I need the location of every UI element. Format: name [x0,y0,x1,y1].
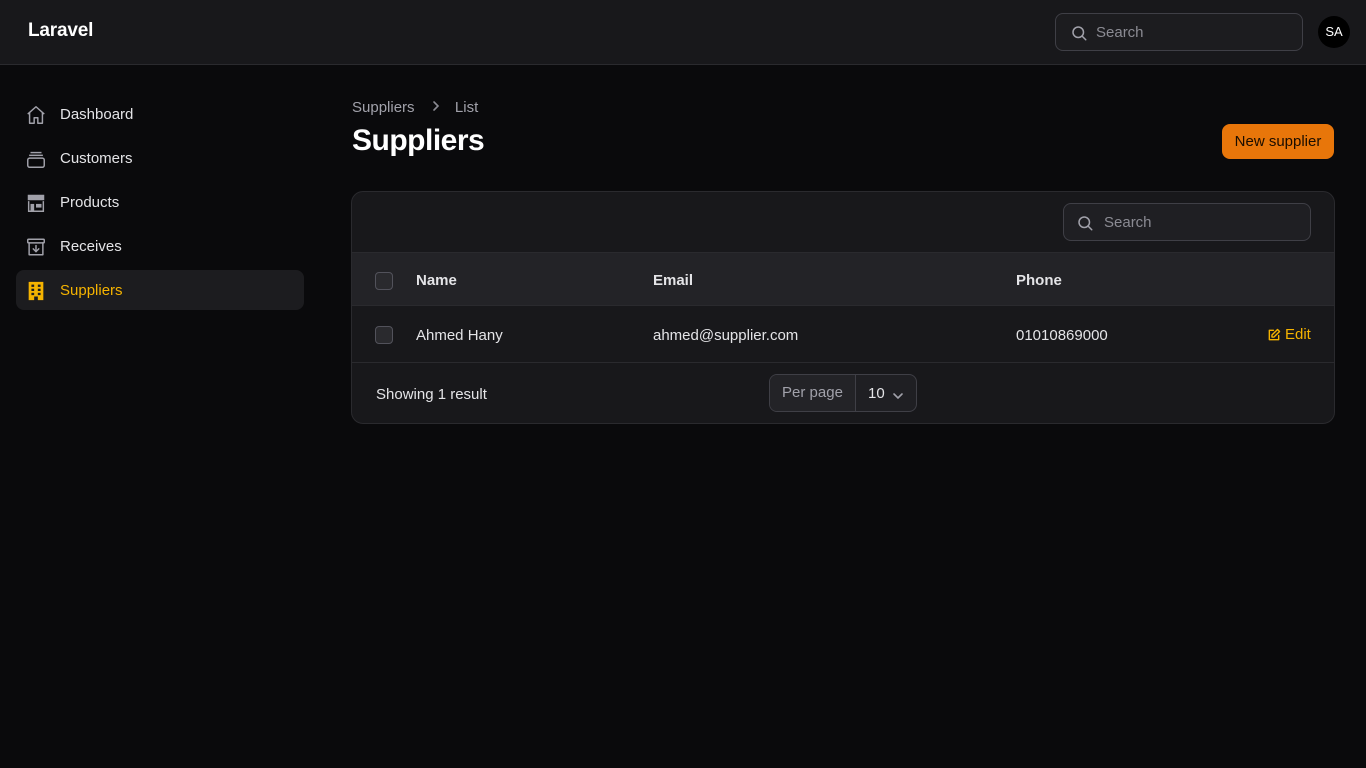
search-icon [1070,24,1088,47]
storefront-icon [25,192,47,214]
sidebar-nav: Dashboard Customers Products Receives Su… [16,94,304,314]
new-supplier-button[interactable]: New supplier [1222,124,1334,159]
select-all-checkbox[interactable] [375,272,393,290]
breadcrumb: Suppliers List [352,98,478,116]
per-page-label: Per page [770,375,856,411]
cell-phone: 01010869000 [1016,327,1108,344]
sidebar-item-label: Products [60,194,120,211]
per-page-select[interactable]: Per page 10 [769,374,917,412]
sidebar-item-label: Customers [60,150,133,167]
global-search-input[interactable] [1096,14,1286,50]
top-bar: Laravel SA [0,0,1366,65]
table-header: Name Email Phone [352,253,1334,306]
table-search[interactable] [1063,203,1311,241]
user-avatar[interactable]: SA [1318,16,1350,48]
edit-icon [1268,328,1281,341]
column-header-name[interactable]: Name [416,272,457,289]
cell-name: Ahmed Hany [416,327,503,344]
building-icon [25,280,47,302]
table-row[interactable]: Ahmed Hany ahmed@supplier.com 0101086900… [352,306,1334,363]
pagination-summary: Showing 1 result [376,386,487,403]
collection-icon [25,148,47,170]
brand-logo[interactable]: Laravel [28,20,93,42]
column-header-email[interactable]: Email [653,272,693,289]
table-toolbar [352,192,1334,253]
breadcrumb-suppliers[interactable]: Suppliers [352,99,415,116]
page-title: Suppliers [352,124,485,157]
table-search-input[interactable] [1104,204,1294,240]
sidebar-item-products[interactable]: Products [16,182,304,222]
chevron-right-icon [431,99,441,116]
suppliers-table-card: Name Email Phone Ahmed Hany ahmed@suppli… [351,191,1335,424]
chevron-down-icon [892,388,904,406]
cell-email: ahmed@supplier.com [653,327,799,344]
row-checkbox[interactable] [375,326,393,344]
sidebar-item-suppliers[interactable]: Suppliers [16,270,304,310]
breadcrumb-list[interactable]: List [455,99,478,116]
sidebar-item-dashboard[interactable]: Dashboard [16,94,304,134]
sidebar-item-customers[interactable]: Customers [16,138,304,178]
global-search[interactable] [1055,13,1303,51]
edit-label: Edit [1285,326,1311,343]
column-header-phone[interactable]: Phone [1016,272,1062,289]
archive-download-icon [25,236,47,258]
home-icon [25,104,47,126]
sidebar-item-receives[interactable]: Receives [16,226,304,266]
search-icon [1076,214,1094,237]
sidebar-item-label: Dashboard [60,106,134,123]
sidebar-item-label: Receives [60,238,122,255]
sidebar-item-label: Suppliers [60,282,123,299]
per-page-value[interactable]: 10 [868,385,885,402]
